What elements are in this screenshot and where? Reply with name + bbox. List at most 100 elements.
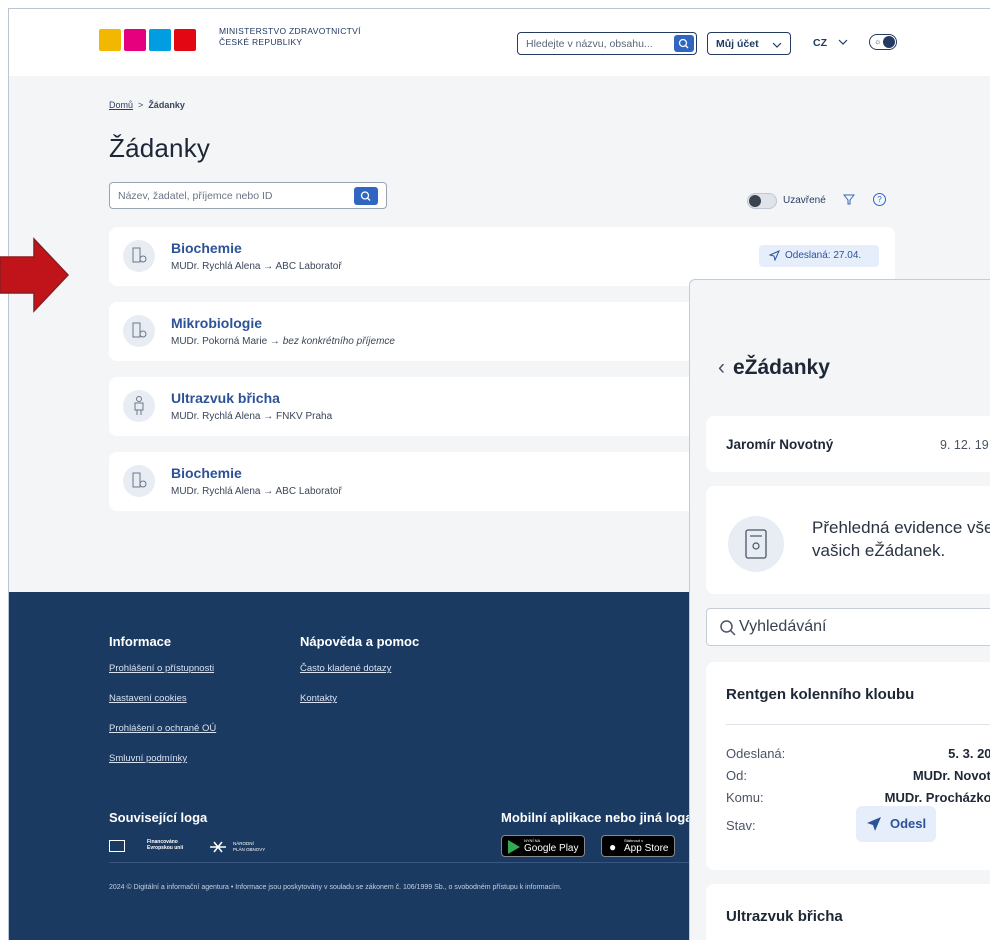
user-name: Jaromír Novotný xyxy=(726,437,834,452)
app-store-big: App Store xyxy=(624,843,669,854)
eu-logo-line-2: Evropskou unií xyxy=(147,845,184,851)
mobile-app-title: eŽádanky xyxy=(733,356,830,379)
closed-toggle-label: Uzavřené xyxy=(783,195,826,206)
detail-row: Od: MUDr. Novotná xyxy=(726,768,990,783)
npo-logo-line-2: PLÁN OBNOVY xyxy=(233,847,266,852)
status-badge-text: Odesl xyxy=(890,816,927,831)
request-from: MUDr. Pokorná Marie xyxy=(171,336,268,347)
search-icon xyxy=(360,191,371,201)
google-play-big: Google Play xyxy=(524,843,579,854)
breadcrumb-current: Žádanky xyxy=(148,100,185,110)
language-label: CZ xyxy=(813,37,827,49)
detail-label: Stav: xyxy=(726,818,756,833)
sun-icon: ☼ xyxy=(874,37,882,46)
footer-link-contacts[interactable]: Kontakty xyxy=(300,693,337,704)
closed-toggle[interactable] xyxy=(747,193,777,209)
ministry-logo[interactable] xyxy=(99,25,196,55)
request-title[interactable]: Ultrazvuk břicha xyxy=(171,390,280,406)
lab-flask-icon xyxy=(123,315,155,347)
footer-link-faq[interactable]: Často kladené dotazy xyxy=(300,663,391,674)
detail-label: Odeslaná: xyxy=(726,746,786,761)
search-icon xyxy=(678,38,689,49)
site-header: MINISTERSTVO ZDRAVOTNICTVÍ ČESKÉ REPUBLI… xyxy=(9,9,990,76)
detail-value: MUDr. Procházková xyxy=(884,790,990,805)
request-detail-card[interactable]: Ultrazvuk břicha xyxy=(706,884,990,940)
status-badge: Odeslaná: 27.04. xyxy=(759,245,879,267)
app-store-badge[interactable]: ● Stáhnout v App Store xyxy=(601,835,675,857)
request-title[interactable]: Biochemie xyxy=(171,240,242,256)
lab-flask-icon xyxy=(123,465,155,497)
detail-value: 5. 3. 2025 xyxy=(948,746,990,761)
footer-link-accessibility[interactable]: Prohlášení o přístupnosti xyxy=(109,663,214,674)
info-banner-line-2: vašich eŽádanek. xyxy=(812,541,946,560)
footer-info-title: Informace xyxy=(109,634,172,649)
detail-label: Od: xyxy=(726,768,747,783)
request-detail-title: Ultrazvuk břicha xyxy=(726,908,843,925)
logo-line-2: ČESKÉ REPUBLIKY xyxy=(219,37,303,47)
eu-flag-icon xyxy=(109,840,125,852)
request-to: FNKV Praha xyxy=(276,411,333,422)
header-search-button[interactable] xyxy=(674,35,694,52)
request-title[interactable]: Biochemie xyxy=(171,465,242,481)
detail-row: Odeslaná: 5. 3. 2025 xyxy=(726,746,990,761)
footer-logos-title: Související loga xyxy=(109,810,208,825)
request-route: MUDr. Rychlá Alena → ABC Laboratoř xyxy=(171,486,342,497)
footer-copyright: 2024 © Digitální a informační agentura •… xyxy=(109,884,562,891)
requests-search-placeholder: Název, žadatel, příjemce nebo ID xyxy=(118,190,273,202)
send-icon xyxy=(769,250,780,261)
footer-link-cookies[interactable]: Nastavení cookies xyxy=(109,693,187,704)
account-button[interactable]: Můj účet xyxy=(707,32,791,55)
detail-value: MUDr. Novotná xyxy=(912,768,990,783)
request-route: MUDr. Rychlá Alena → FNKV Praha xyxy=(171,411,333,422)
chevron-left-icon: ‹ xyxy=(718,356,725,379)
info-banner-text: Přehledná evidence všec vašich eŽádanek. xyxy=(812,516,990,562)
red-pointer-arrow-icon xyxy=(0,237,70,313)
requests-search-button[interactable] xyxy=(354,187,378,205)
npo-logo-text: NÁRODNÍ PLÁN OBNOVY xyxy=(233,841,265,853)
request-card[interactable]: Biochemie MUDr. Rychlá Alena → ABC Labor… xyxy=(109,227,895,286)
status-badge-text: Odeslaná: 27.04. xyxy=(785,250,862,261)
user-birthdate: 9. 12. 19 xyxy=(940,438,989,452)
header-search-placeholder: Hledejte v názvu, obsahu... xyxy=(526,38,653,50)
header-search-input[interactable]: Hledejte v názvu, obsahu... xyxy=(517,32,697,55)
mobile-search-input[interactable]: Vyhledávání xyxy=(706,608,990,646)
apple-icon: ● xyxy=(609,840,617,854)
footer-help-title: Nápověda a pomoc xyxy=(300,634,420,649)
info-banner: Přehledná evidence všec vašich eŽádanek. xyxy=(706,486,990,594)
theme-toggle[interactable]: ☼ xyxy=(869,34,897,50)
request-from: MUDr. Rychlá Alena xyxy=(171,486,261,497)
chevron-down-icon xyxy=(838,39,848,45)
footer-link-terms[interactable]: Smluvní podmínky xyxy=(109,753,187,764)
detail-row: Komu: MUDr. Procházková xyxy=(726,790,990,805)
help-icon[interactable]: ? xyxy=(873,193,886,206)
breadcrumb-separator: > xyxy=(135,100,146,110)
request-from: MUDr. Rychlá Alena xyxy=(171,411,261,422)
request-to: ABC Laboratoř xyxy=(275,486,342,497)
request-detail-card[interactable]: Rentgen kolenního kloubu Odeslaná: 5. 3. … xyxy=(706,662,990,870)
request-route: MUDr. Rychlá Alena → ABC Laboratoř xyxy=(171,261,342,272)
request-detail-title: Rentgen kolenního kloubu xyxy=(726,686,915,703)
send-icon xyxy=(867,817,881,831)
eu-logo-text: Financováno Evropskou unií xyxy=(147,839,183,851)
user-card: Jaromír Novotný 9. 12. 19 xyxy=(706,416,990,472)
request-title[interactable]: Mikrobiologie xyxy=(171,315,262,331)
back-navigation[interactable]: ‹ eŽádanky xyxy=(718,356,830,380)
google-play-badge[interactable]: NYNÍ NA Google Play xyxy=(501,835,585,857)
breadcrumb-home-link[interactable]: Domů xyxy=(109,100,133,110)
browser-frame: MINISTERSTVO ZDRAVOTNICTVÍ ČESKÉ REPUBLI… xyxy=(8,8,990,940)
requests-search-input[interactable]: Název, žadatel, příjemce nebo ID xyxy=(109,182,387,209)
breadcrumb: Domů > Žádanky xyxy=(109,100,185,110)
detail-label: Komu: xyxy=(726,790,764,805)
filter-icon[interactable] xyxy=(843,193,855,205)
body-scan-icon xyxy=(123,390,155,422)
search-icon xyxy=(720,620,736,636)
language-select[interactable]: CZ xyxy=(813,37,848,49)
card-divider xyxy=(726,724,990,725)
lab-flask-icon xyxy=(123,240,155,272)
mobile-app-overlay: ‹ eŽádanky Jaromír Novotný 9. 12. 19 Přeh… xyxy=(689,279,990,940)
request-from: MUDr. Rychlá Alena xyxy=(171,261,261,272)
footer-apps-title: Mobilní aplikace nebo jiná loga xyxy=(501,810,693,825)
account-label: Můj účet xyxy=(716,38,759,50)
status-badge: Odesl xyxy=(856,806,936,842)
footer-link-privacy[interactable]: Prohlášení o ochraně OÚ xyxy=(109,723,216,734)
